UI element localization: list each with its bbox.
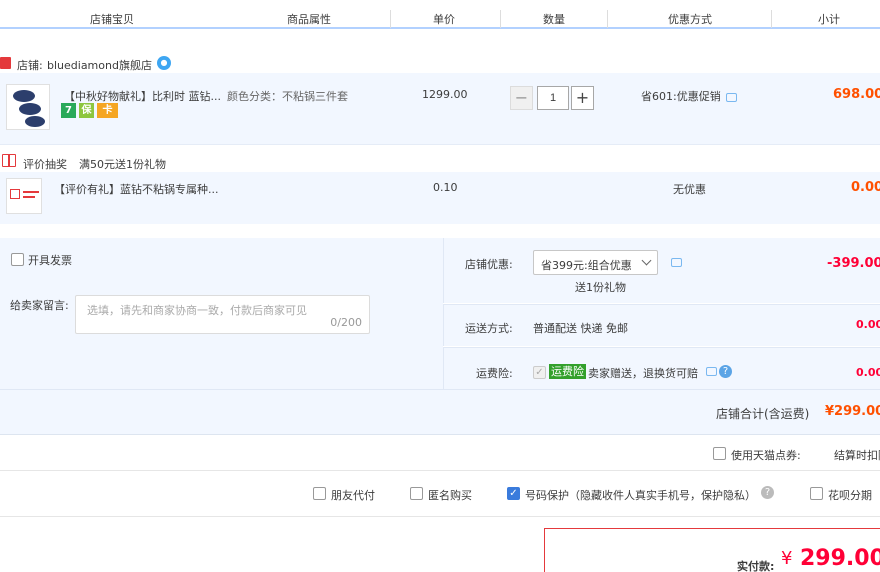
shop-discount-amount: -399.00 xyxy=(827,256,880,271)
shop-discount-note: 送1份礼物 xyxy=(575,281,626,294)
card-pay-icon: 卡 xyxy=(97,103,118,118)
tmall-shop-icon xyxy=(0,57,11,69)
friend-pay-label: 朋友代付 xyxy=(331,489,375,502)
number-protect-checkbox[interactable]: ✓ xyxy=(507,487,520,500)
gift-icon xyxy=(2,154,16,167)
col-unit-price: 单价 xyxy=(433,13,455,26)
anonymous-checkbox[interactable] xyxy=(410,487,423,500)
item-subtotal: 698.00 xyxy=(833,87,880,102)
pan-image xyxy=(13,90,35,102)
item-unit-price: 1299.00 xyxy=(422,88,468,101)
card-image-line xyxy=(23,196,35,198)
table-header: 店铺宝贝 商品属性 单价 数量 优惠方式 小计 xyxy=(0,0,880,29)
chevron-down-icon xyxy=(641,255,652,266)
shop-total-amount: ¥299.00 xyxy=(825,404,880,419)
item-title-link[interactable]: 【中秋好物献礼】比利时 蓝钻... xyxy=(64,88,221,104)
number-protect-label: 号码保护（隐藏收件人真实手机号，保护隐私） xyxy=(525,489,756,502)
insurance-info-icon[interactable] xyxy=(706,367,717,376)
item-unit-price: 0.10 xyxy=(433,181,458,194)
pay-label: 实付款: xyxy=(737,560,775,572)
anonymous-label: 匿名购买 xyxy=(428,489,472,502)
pay-amount: 299.00 xyxy=(800,546,880,571)
pay-currency: ¥ xyxy=(781,548,793,569)
item-attribute: 颜色分类：不粘锅三件套 xyxy=(227,90,348,103)
guarantee-icon: 保 xyxy=(79,103,94,118)
huabei-label: 花呗分期 xyxy=(828,489,872,502)
insurance-amount: 0.00 xyxy=(856,366,880,379)
insurance-checkbox: ✓ xyxy=(533,366,546,379)
pan-image xyxy=(25,116,45,127)
shop-discount-selected: 省399元:组合优惠 xyxy=(541,259,632,272)
insurance-text: 卖家赠送，退换货可赔 xyxy=(588,367,698,380)
quantity-input[interactable] xyxy=(537,86,569,110)
shipping-amount: 0.00 xyxy=(856,318,880,331)
points-label: 使用天猫点券: xyxy=(731,449,801,462)
col-attributes: 商品属性 xyxy=(287,13,331,26)
divider xyxy=(0,470,880,471)
item-title-link[interactable]: 【评价有礼】蓝钻不粘锅专属种... xyxy=(54,181,219,197)
pan-image xyxy=(19,103,41,115)
header-divider xyxy=(771,10,772,28)
product-thumbnail[interactable] xyxy=(6,84,50,130)
help-icon[interactable]: ? xyxy=(719,365,732,378)
shop-total-label: 店铺合计(含运费) xyxy=(716,407,810,421)
insurance-label: 运费险: xyxy=(476,367,513,380)
col-quantity: 数量 xyxy=(543,13,565,26)
header-divider xyxy=(390,10,391,28)
col-discount: 优惠方式 xyxy=(668,13,712,26)
card-image xyxy=(10,189,20,199)
order-item-row xyxy=(0,73,880,145)
item-discount-text: 省601:优惠促销 xyxy=(641,90,721,103)
points-note: 结算时扣除 xyxy=(834,449,880,462)
divider xyxy=(0,516,880,517)
quantity-decrease-button[interactable]: − xyxy=(510,86,533,110)
message-label: 给卖家留言: xyxy=(10,299,69,312)
shop-discount-select[interactable]: 省399元:组合优惠 xyxy=(533,250,658,275)
discount-info-icon[interactable] xyxy=(726,93,737,102)
friend-pay-checkbox[interactable] xyxy=(313,487,326,500)
shipping-method: 普通配送 快递 免邮 xyxy=(533,322,628,335)
wangwang-chat-icon[interactable]: ● xyxy=(157,56,171,70)
item-discount-text: 无优惠 xyxy=(673,183,706,196)
discount-info-icon[interactable] xyxy=(671,258,682,267)
header-divider xyxy=(607,10,608,28)
promo-text: 满50元送1份礼物 xyxy=(79,158,166,171)
col-shop-item: 店铺宝贝 xyxy=(90,13,134,26)
seller-message-input[interactable]: 选填，请先和商家协商一致，付款后商家可见 0/200 xyxy=(75,295,370,334)
col-subtotal: 小计 xyxy=(818,13,840,26)
huabei-checkbox[interactable] xyxy=(810,487,823,500)
quantity-increase-button[interactable]: + xyxy=(571,86,594,110)
card-image-line xyxy=(23,191,39,193)
invoice-checkbox[interactable] xyxy=(11,253,24,266)
shipping-label: 运送方式: xyxy=(465,322,513,335)
message-placeholder: 选填，请先和商家协商一致，付款后商家可见 xyxy=(87,304,307,317)
gift-card-thumbnail[interactable] xyxy=(6,178,42,214)
header-divider xyxy=(500,10,501,28)
promo-label: 评价抽奖 xyxy=(23,158,67,171)
item-subtotal: 0.00 xyxy=(851,180,880,195)
shop-name-link[interactable]: bluediamond旗舰店 xyxy=(47,57,152,73)
invoice-label: 开具发票 xyxy=(28,254,72,267)
message-char-counter: 0/200 xyxy=(330,316,362,329)
order-item-row xyxy=(0,172,880,224)
insurance-badge: 运费险 xyxy=(549,364,586,379)
7-day-return-icon: 7 xyxy=(61,103,76,118)
shop-discount-label: 店铺优惠: xyxy=(465,258,513,271)
points-checkbox[interactable] xyxy=(713,447,726,460)
help-icon[interactable]: ? xyxy=(761,486,774,499)
shop-label: 店铺: xyxy=(17,59,43,72)
